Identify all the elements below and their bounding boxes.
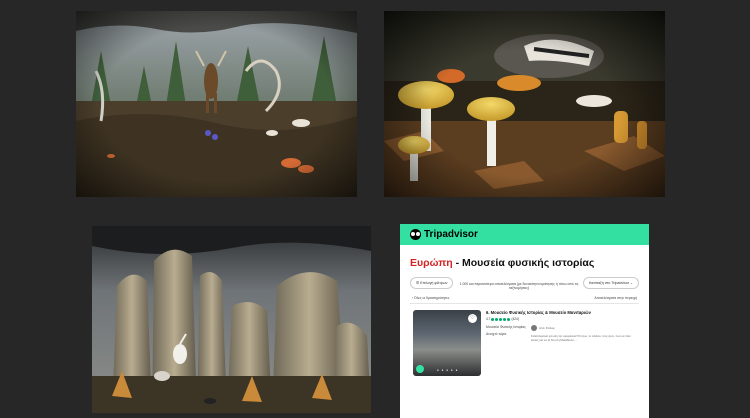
rock-diorama-image bbox=[92, 226, 371, 413]
mushroom-diorama-image bbox=[384, 11, 665, 197]
area-results-note: Αποτελέσματα στην περιοχή bbox=[594, 296, 637, 300]
owl-logo-icon bbox=[410, 229, 421, 240]
reviewer-name: Από: Στέλιος bbox=[539, 326, 555, 330]
rating-bubble-icon bbox=[503, 317, 507, 321]
review-count[interactable]: (424) bbox=[511, 317, 518, 321]
mushroom-diorama-photo bbox=[384, 11, 665, 197]
page-title: Ευρώπη - Μουσεία φυσικής ιστορίας bbox=[410, 257, 649, 269]
rating-bubble-icon bbox=[499, 317, 503, 321]
title-region[interactable]: Ευρώπη bbox=[410, 257, 453, 269]
carousel-dots[interactable]: ● ● ● ● ● bbox=[437, 368, 458, 372]
listing-category: Μουσεία Φυσικής Ιστορίας bbox=[486, 325, 526, 329]
listing-photo[interactable]: ♡ ● ● ● ● ● bbox=[413, 310, 481, 376]
listing-title[interactable]: 6. Μουσείο Φυσικής Ιστορίας & Μουσείο Μα… bbox=[486, 310, 591, 315]
tripadvisor-header: Tripadvisor bbox=[400, 224, 649, 245]
title-rest: - Μουσεία φυσικής ιστορίας bbox=[452, 257, 595, 269]
tripadvisor-screenshot: Tripadvisor Ευρώπη - Μουσεία φυσικής ιστ… bbox=[400, 224, 649, 418]
review-snippet[interactable]: Καταπληκτικό για όλη την οικογένεια! Ότι… bbox=[531, 334, 631, 342]
forest-diorama-image bbox=[76, 11, 357, 197]
reviewer-avatar bbox=[531, 325, 537, 331]
filters-button[interactable]: ☰ Επιλογή φίλτρων bbox=[410, 277, 454, 289]
brand-name[interactable]: Tripadvisor bbox=[424, 229, 478, 240]
rating-bubble-icon bbox=[507, 317, 511, 321]
rating-value: 4.7 bbox=[486, 317, 491, 321]
heart-icon[interactable]: ♡ bbox=[468, 314, 477, 323]
rating-bubble-icon bbox=[495, 317, 499, 321]
rating-bubble-icon bbox=[491, 317, 495, 321]
results-info: 1.000 και περισσότερα αποτελέσματα (με δ… bbox=[459, 282, 579, 290]
listing-status: Ανοιχτό τώρα bbox=[486, 332, 507, 336]
sort-dropdown[interactable]: Κατάταξη στο Tripadvisor ⌄ bbox=[582, 277, 639, 289]
forest-diorama-photo bbox=[76, 11, 357, 197]
travelers-choice-icon bbox=[416, 365, 424, 373]
listing-rating: 4.7 (424) bbox=[486, 317, 519, 321]
rock-diorama-photo bbox=[92, 226, 371, 413]
divider bbox=[410, 303, 639, 304]
breadcrumb[interactable]: ‹ Όλες οι δραστηριότητες bbox=[412, 296, 449, 300]
